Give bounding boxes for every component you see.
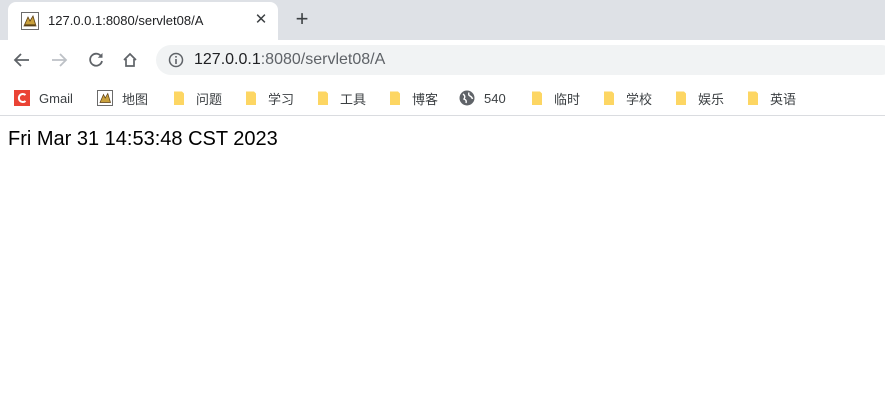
new-tab-button[interactable]: + [290, 8, 314, 32]
folder-icon [532, 91, 542, 105]
globe-icon [459, 90, 475, 106]
bookmark-label: 工具 [340, 91, 367, 107]
bookmark-folder-school[interactable]: 学校 [601, 88, 652, 108]
bookmark-folder-study[interactable]: 学习 [243, 88, 294, 108]
tab-title: 127.0.0.1:8080/servlet08/A [48, 13, 204, 28]
bookmark-folder-temp[interactable]: 临时 [529, 88, 580, 108]
page-date-text: Fri Mar 31 14:53:48 CST 2023 [8, 128, 278, 150]
bookmark-label: Gmail [39, 90, 73, 106]
bookmark-label: 学校 [626, 91, 653, 107]
url-path: :8080/servlet08/A [260, 51, 386, 68]
forward-button[interactable] [47, 48, 71, 72]
reload-icon [89, 52, 103, 67]
tab-close-icon[interactable]: ✕ [251, 10, 271, 30]
bookmark-540[interactable]: 540 [459, 88, 506, 108]
home-button[interactable] [118, 48, 142, 72]
bookmark-map[interactable]: 地图 [97, 88, 148, 108]
reload-button[interactable] [84, 48, 108, 72]
folder-icon [604, 91, 614, 105]
bookmark-folder-tools[interactable]: 工具 [315, 88, 366, 108]
tomcat-icon [21, 12, 39, 30]
folder-icon [174, 91, 184, 105]
bookmark-label: 临时 [554, 91, 581, 107]
folder-icon [676, 91, 686, 105]
folder-icon [246, 91, 256, 105]
folder-icon [748, 91, 758, 105]
bookmark-label: 540 [484, 90, 506, 106]
folder-icon [318, 91, 328, 105]
bookmark-label: 博客 [412, 91, 439, 107]
info-icon[interactable] [168, 52, 184, 68]
bookmark-label: 地图 [122, 91, 149, 107]
bookmark-label: 英语 [770, 91, 797, 107]
home-icon [123, 52, 137, 67]
bookmark-folder-blog[interactable]: 博客 [387, 88, 438, 108]
url-text[interactable]: 127.0.0.1:8080/servlet08/A [194, 51, 385, 69]
browser-window: 127.0.0.1:8080/servlet08/A ✕ + 127.0.0.1… [0, 0, 885, 417]
folder-icon [390, 91, 400, 105]
bookmark-folder-english[interactable]: 英语 [745, 88, 796, 108]
toolbar: 127.0.0.1:8080/servlet08/A [0, 40, 885, 80]
address-bar[interactable]: 127.0.0.1:8080/servlet08/A [156, 45, 885, 75]
gmail-icon [14, 90, 30, 106]
tomcat-icon [97, 90, 113, 106]
bookmark-label: 学习 [268, 91, 295, 107]
bookmarks-bar: Gmail 地图 问题 学习 工具 博客 540 临时 学校 娱乐 英语 [0, 80, 885, 116]
bookmark-folder-questions[interactable]: 问题 [171, 88, 222, 108]
bookmark-label: 娱乐 [698, 91, 725, 107]
bookmark-gmail[interactable]: Gmail [14, 88, 73, 108]
url-host: 127.0.0.1 [194, 51, 261, 68]
bookmark-label: 问题 [196, 91, 223, 107]
back-button[interactable] [10, 48, 34, 72]
back-arrow-icon [13, 53, 29, 67]
forward-arrow-icon [52, 53, 68, 67]
tab-strip: 127.0.0.1:8080/servlet08/A ✕ + [0, 0, 885, 40]
bookmark-folder-entertainment[interactable]: 娱乐 [673, 88, 724, 108]
active-tab[interactable]: 127.0.0.1:8080/servlet08/A ✕ [8, 2, 278, 40]
